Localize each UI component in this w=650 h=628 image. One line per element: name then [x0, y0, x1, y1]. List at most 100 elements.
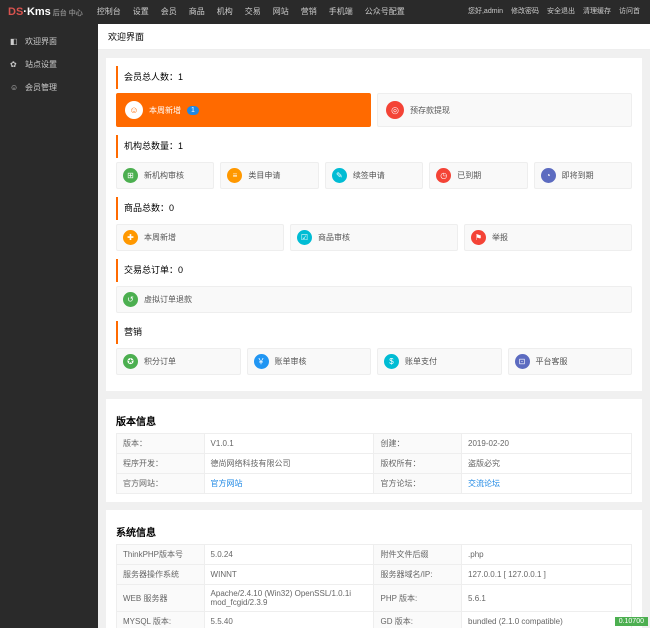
top-right: 您好,admin修改密码安全退出清理缓存访问首 [464, 0, 650, 24]
tile-icon: ⊞ [123, 168, 138, 183]
tile-icon: ✎ [332, 168, 347, 183]
tile-row: ☺本周新增1◎预存款提现 [116, 93, 632, 127]
tile-icon: ￥ [254, 354, 269, 369]
tile-row: ✚ 本周新增 ☑商品审核⚑举报 [116, 224, 632, 251]
section-title: 营销 [116, 321, 632, 344]
top-right-item[interactable]: 安全退出 [543, 0, 579, 24]
sidebar-icon: ◧ [10, 37, 20, 47]
table-row: 程序开发：德尚网络科技有限公司版权所有：盗版必究 [117, 454, 632, 474]
sidebar-item[interactable]: ◧欢迎界面 [0, 30, 98, 53]
system-table: ThinkPHP版本号5.0.24附件文件后缀.php服务器操作系统WINNT服… [116, 544, 632, 628]
cell-label: 官方网站： [117, 474, 205, 494]
top-menu-item[interactable]: 网站 [267, 0, 295, 24]
stat-tile[interactable]: ⊞ 新机构审核 [116, 162, 214, 189]
tile-label: 账单支付 [405, 356, 437, 367]
top-menu-item[interactable]: 商品 [183, 0, 211, 24]
stat-tile[interactable]: ◷ 已到期 [429, 162, 527, 189]
top-right-item[interactable]: 清理缓存 [579, 0, 615, 24]
stat-tile[interactable]: ⚑举报 [464, 224, 632, 251]
sidebar-item[interactable]: ✿ 站点设置 [0, 53, 98, 76]
stat-tile[interactable]: ◎预存款提现 [377, 93, 632, 127]
cell-value: V1.0.1 [204, 434, 374, 454]
stat-tile[interactable]: ◔ 即将到期 [534, 162, 632, 189]
stat-tile[interactable]: ☺本周新增1 [116, 93, 371, 127]
logo: DS·Kms后台 中心 [0, 6, 91, 18]
stat-tile[interactable]: ⊡平台客服 [508, 348, 633, 375]
tile-label: 新机构审核 [144, 170, 184, 181]
perf-badge: 0.10700 [615, 617, 648, 626]
sidebar-label: 站点设置 [25, 59, 57, 70]
stat-tile[interactable]: ✚ 本周新增 [116, 224, 284, 251]
sidebar-icon: ☺ [10, 83, 20, 93]
system-title: 系统信息 [116, 524, 632, 539]
stat-tile[interactable]: ☑商品审核 [290, 224, 458, 251]
sidebar-item[interactable]: ☺会员管理 [0, 76, 98, 99]
tile-icon: ☑ [297, 230, 312, 245]
cell-value: Apache/2.4.10 (Win32) OpenSSL/1.0.1i mod… [204, 585, 374, 612]
tile-label: 举报 [492, 232, 508, 243]
top-menu-item[interactable]: 控制台 [91, 0, 127, 24]
sidebar-icon: ✿ [10, 60, 20, 70]
top-menu-item[interactable]: 设置 [127, 0, 155, 24]
link[interactable]: 官方网站 [211, 479, 243, 488]
cell-label: MYSQL 版本: [117, 612, 205, 628]
top-menu: 控制台设置会员商品机构交易网站营销手机端公众号配置 [91, 0, 464, 24]
version-table: 版本：V1.0.1创建：2019-02-20程序开发：德尚网络科技有限公司版权所… [116, 433, 632, 494]
stat-tile[interactable]: ✎ 续签申请 [325, 162, 423, 189]
top-menu-item[interactable]: 公众号配置 [359, 0, 411, 24]
cell-value: 5.5.40 [204, 612, 374, 628]
tile-icon: $ [384, 354, 399, 369]
link[interactable]: 交流论坛 [468, 479, 500, 488]
logo-kms: ·Kms [23, 6, 51, 18]
logo-ds: DS [8, 6, 23, 18]
version-title: 版本信息 [116, 413, 632, 428]
tile-icon: ✚ [123, 230, 138, 245]
cell-value: 交流论坛 [462, 474, 632, 494]
tile-icon: ◔ [541, 168, 556, 183]
cell-label: 服务器域名/IP: [374, 565, 462, 585]
cell-label: 版权所有： [374, 454, 462, 474]
section-title: 交易总订单：0 [116, 259, 632, 282]
stat-tile[interactable]: ≡类目申请 [220, 162, 318, 189]
tile-icon: ◷ [436, 168, 451, 183]
tile-label: 续签申请 [353, 170, 385, 181]
stat-tile[interactable]: ↺ 虚拟订单退款 [116, 286, 632, 313]
cell-label: 创建： [374, 434, 462, 454]
tile-label: 积分订单 [144, 356, 176, 367]
top-right-item[interactable]: 访问首 [615, 0, 644, 24]
top-menu-item[interactable]: 会员 [155, 0, 183, 24]
main: 欢迎界面 会员总人数：1☺本周新增1◎预存款提现机构总数量：1⊞新机构审核≡类目… [98, 24, 650, 628]
stat-tile[interactable]: ￥账单审核 [247, 348, 372, 375]
cell-value: 盗版必究 [462, 454, 632, 474]
tile-label: 平台客服 [536, 356, 568, 367]
cell-label: 程序开发： [117, 454, 205, 474]
stat-tile[interactable]: ✪积分订单 [116, 348, 241, 375]
tile-label: 已到期 [457, 170, 481, 181]
logo-sub: 后台 中心 [53, 10, 83, 17]
cell-label: 服务器操作系统 [117, 565, 205, 585]
table-row: MYSQL 版本:5.5.40GD 版本:bundled (2.1.0 comp… [117, 612, 632, 628]
top-right-item[interactable]: 修改密码 [507, 0, 543, 24]
cell-value: 5.6.1 [462, 585, 632, 612]
tile-icon: ↺ [123, 292, 138, 307]
top-menu-item[interactable]: 营销 [295, 0, 323, 24]
top-right-item[interactable]: 您好,admin [464, 0, 507, 24]
tile-row: ⊞ 新机构审核 ≡类目申请 ✎ 续签申请 ◷ 已到期 ◔ 即将到期 [116, 162, 632, 189]
cell-value: 5.0.24 [204, 545, 374, 565]
breadcrumb: 欢迎界面 [98, 24, 650, 50]
tile-label: 即将到期 [562, 170, 594, 181]
tile-label: 虚拟订单退款 [144, 294, 192, 305]
tile-row: ✪积分订单￥账单审核 $ 账单支付 ⊡平台客服 [116, 348, 632, 375]
cell-label: PHP 版本: [374, 585, 462, 612]
top-menu-item[interactable]: 手机端 [323, 0, 359, 24]
section-title: 商品总数：0 [116, 197, 632, 220]
top-menu-item[interactable]: 交易 [239, 0, 267, 24]
top-menu-item[interactable]: 机构 [211, 0, 239, 24]
section-title: 机构总数量：1 [116, 135, 632, 158]
tile-icon: ☺ [125, 101, 143, 119]
cell-label: 版本： [117, 434, 205, 454]
stat-tile[interactable]: $ 账单支付 [377, 348, 502, 375]
cell-value: bundled (2.1.0 compatible) [462, 612, 632, 628]
tile-icon: ≡ [227, 168, 242, 183]
tile-label: 本周新增 [144, 232, 176, 243]
